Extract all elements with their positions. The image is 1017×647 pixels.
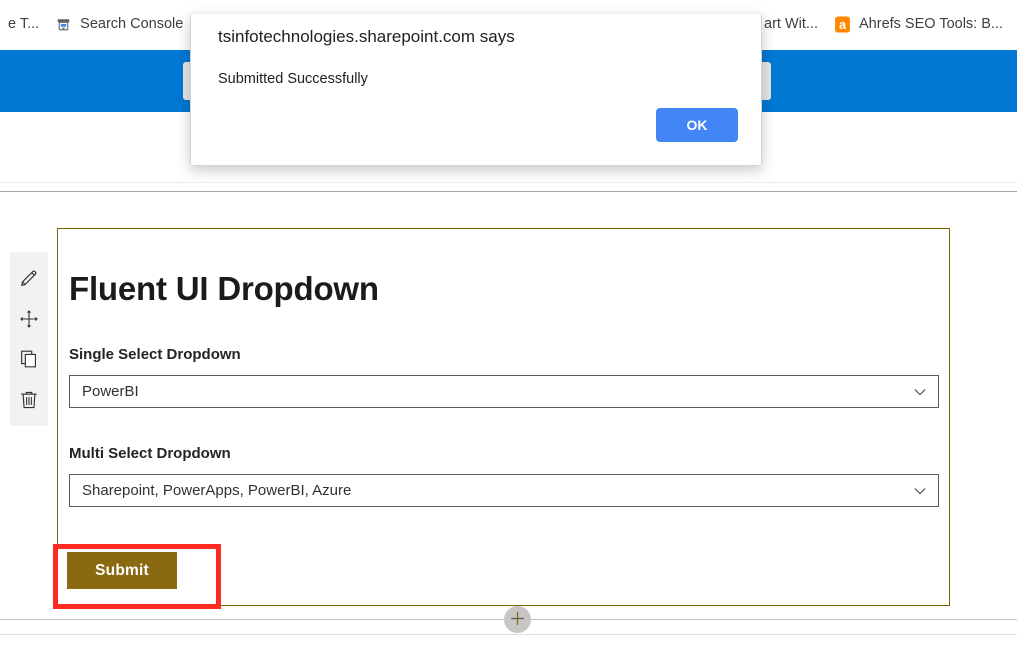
section-divider [0,191,1017,192]
bookmark-item-2[interactable]: art Wit... [756,12,826,36]
bookmark-label: e T... [8,16,40,32]
copy-icon[interactable] [14,344,44,374]
bookmark-item-ahrefs[interactable]: a Ahrefs SEO Tools: B... [826,12,1017,37]
pencil-icon[interactable] [14,263,44,293]
bookmark-label: Ahrefs SEO Tools: B... [859,16,1003,32]
svg-text:a: a [839,17,847,32]
javascript-alert-dialog: tsinfotechnologies.sharepoint.com says S… [190,14,762,166]
submit-button[interactable]: Submit [67,552,177,589]
dialog-message-text: Submitted Successfully [218,71,368,87]
bookmark-item-0[interactable]: e T... [0,12,47,36]
multi-select-value: Sharepoint, PowerApps, PowerBI, Azure [82,482,352,499]
section-divider-light [0,182,1017,183]
dialog-origin-text: tsinfotechnologies.sharepoint.com says [218,27,515,46]
add-section-button[interactable] [504,606,531,633]
single-select-dropdown[interactable]: PowerBI [69,375,939,408]
browser-window: e T... Search Console art Wit... a Ahref… [0,0,1017,647]
chevron-down-icon [912,384,928,400]
search-console-icon [55,16,72,33]
trash-icon[interactable] [14,385,44,415]
ahrefs-icon: a [834,16,851,33]
multi-select-dropdown[interactable]: Sharepoint, PowerApps, PowerBI, Azure [69,474,939,507]
page-title: Fluent UI Dropdown [69,270,379,307]
chevron-down-icon [912,483,928,499]
bookmark-label: Search Console [80,16,184,32]
plus-icon [509,610,526,630]
bookmark-label: art Wit... [764,16,818,32]
bookmark-item-search-console[interactable]: Search Console [47,12,191,37]
web-part-toolbar [10,252,48,426]
multi-select-label: Multi Select Dropdown [69,445,231,462]
web-part-container: Fluent UI Dropdown Single Select Dropdow… [57,228,950,606]
add-section-rule-secondary [0,634,1017,635]
move-icon[interactable] [14,304,44,334]
single-select-value: PowerBI [82,383,139,400]
single-select-label: Single Select Dropdown [69,346,241,363]
dialog-ok-button[interactable]: OK [656,108,738,142]
